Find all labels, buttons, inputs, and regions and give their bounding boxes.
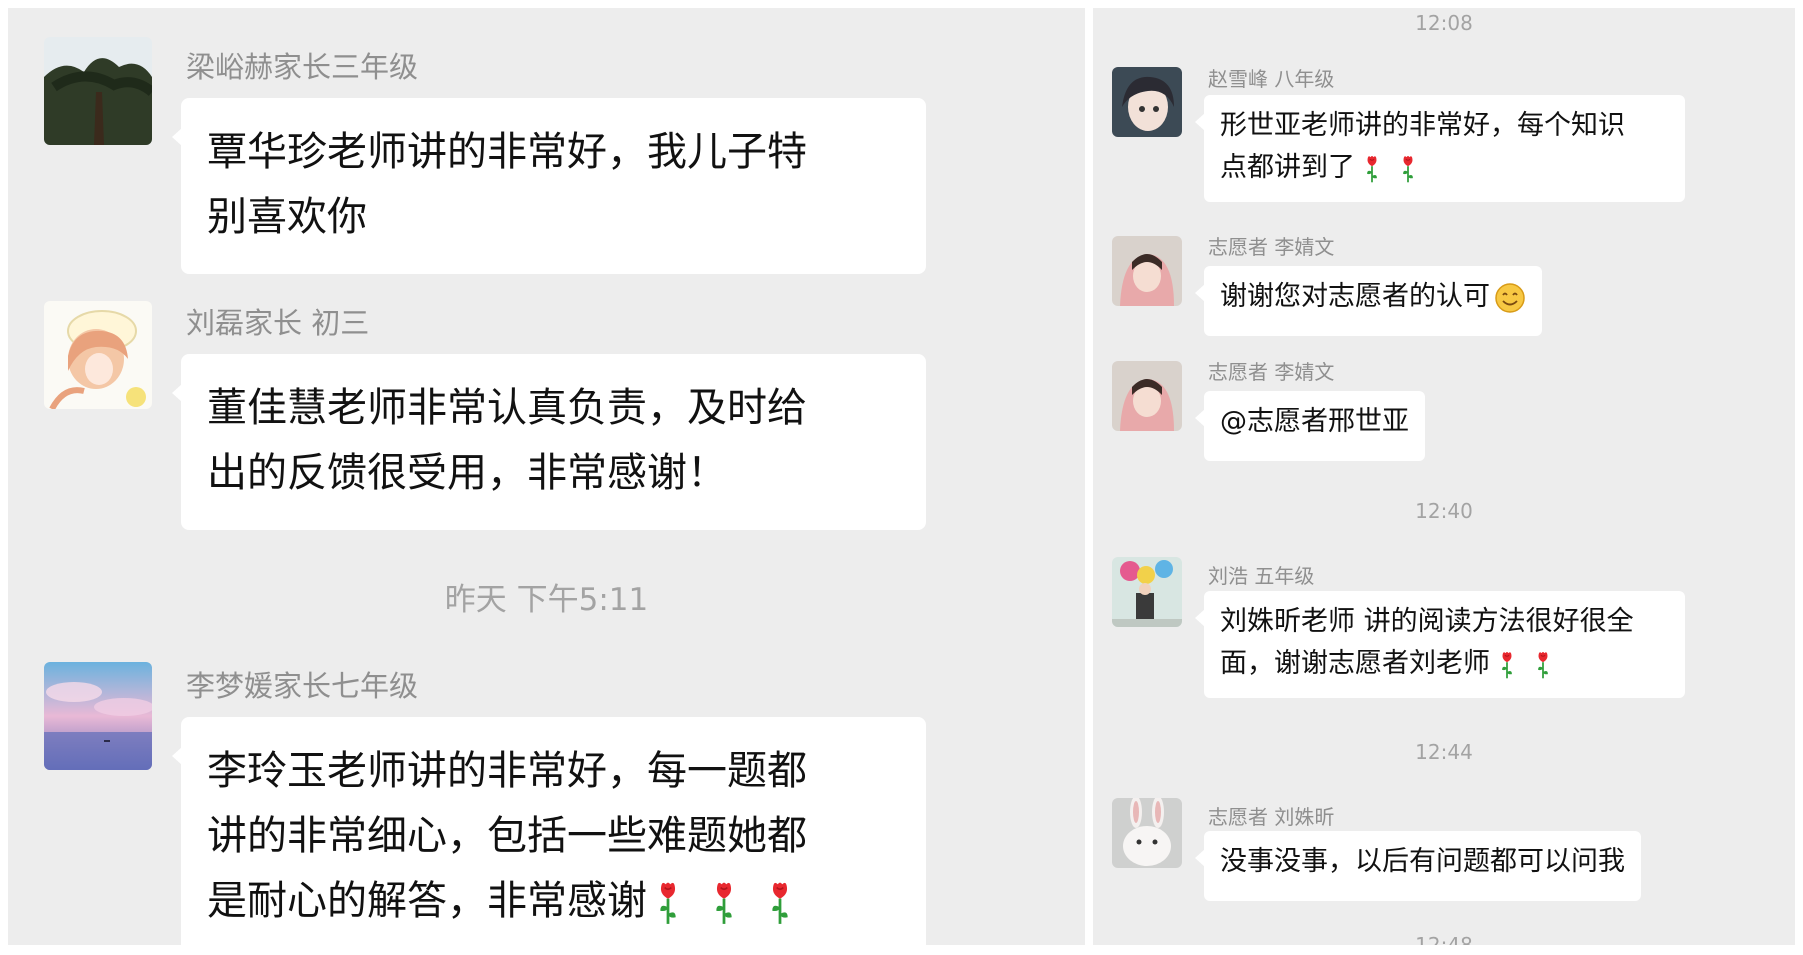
- message-bubble[interactable]: 覃华珍老师讲的非常好，我儿子特 别喜欢你: [172, 98, 926, 274]
- left-chat-panel: 梁峪赫家长三年级 覃华珍老师讲的非常好，我儿子特 别喜欢你 刘磊家长 初三 董佳…: [8, 8, 1085, 945]
- message-bubble[interactable]: 谢谢您对志愿者的认可: [1195, 266, 1542, 336]
- sender-name: 梁峪赫家长三年级: [186, 50, 419, 84]
- rose-icon: [1536, 650, 1550, 680]
- message-text: 刘姝昕老师 讲的阅读方法很好很全 面，谢谢志愿者刘老师: [1220, 601, 1669, 685]
- rose-icon: [769, 880, 791, 926]
- avatar[interactable]: [1112, 361, 1182, 431]
- rose-icon: [657, 880, 679, 926]
- avatar[interactable]: [1112, 67, 1182, 137]
- smiley-emoji-icon: [1495, 282, 1525, 313]
- avatar[interactable]: [1112, 236, 1182, 306]
- avatar[interactable]: [44, 301, 152, 409]
- message-text: 覃华珍老师讲的非常好，我儿子特 别喜欢你: [207, 129, 807, 240]
- message-text-body: 形世亚老师讲的非常好，每个知识 点都讲到了: [1220, 110, 1625, 183]
- avatar[interactable]: [1112, 798, 1182, 868]
- avatar[interactable]: [44, 37, 152, 145]
- message-text: 谢谢您对志愿者的认可: [1220, 276, 1526, 318]
- message-bubble[interactable]: 刘姝昕老师 讲的阅读方法很好很全 面，谢谢志愿者刘老师: [1195, 591, 1685, 698]
- rose-icon: [1365, 154, 1379, 184]
- message-bubble[interactable]: 形世亚老师讲的非常好，每个知识 点都讲到了: [1195, 95, 1685, 202]
- sender-name: 李梦媛家长七年级: [186, 669, 419, 703]
- message-bubble[interactable]: 没事没事，以后有问题都可以问我: [1195, 831, 1641, 901]
- sender-name: 刘浩 五年级: [1208, 564, 1315, 588]
- message-text: 李玲玉老师讲的非常好，每一题都 讲的非常细心，包括一些难题她都 是耐心的解答，非…: [207, 739, 900, 934]
- message-bubble[interactable]: 李玲玉老师讲的非常好，每一题都 讲的非常细心，包括一些难题她都 是耐心的解答，非…: [172, 717, 926, 945]
- timestamp: 12:08: [1415, 11, 1473, 35]
- sender-name: 刘磊家长 初三: [186, 306, 370, 340]
- message-text-body: 刘姝昕老师 讲的阅读方法很好很全 面，谢谢志愿者刘老师: [1220, 606, 1634, 679]
- timestamp: 12:40: [1415, 499, 1473, 523]
- message-text: 形世亚老师讲的非常好，每个知识 点都讲到了: [1220, 105, 1669, 189]
- sender-name: 志愿者 刘姝昕: [1208, 805, 1335, 829]
- sender-name: 志愿者 李婧文: [1208, 360, 1335, 384]
- rose-icon: [713, 880, 735, 926]
- sender-name: 志愿者 李婧文: [1208, 235, 1335, 259]
- rose-icon: [1500, 650, 1514, 680]
- timestamp: 12:44: [1415, 740, 1473, 764]
- message-bubble[interactable]: 董佳慧老师非常认真负责，及时给 出的反馈很受用，非常感谢！: [172, 354, 926, 530]
- right-chat-panel: 12:08 赵雪峰 八年级 形世亚老师讲的非常好，每个知识 点都讲到了 志愿者 …: [1093, 8, 1795, 945]
- avatar[interactable]: [44, 662, 152, 770]
- rose-icon: [1401, 154, 1415, 184]
- timestamp: 昨天 下午5:11: [444, 582, 649, 618]
- timestamp: 12:48: [1415, 933, 1473, 945]
- message-text: 董佳慧老师非常认真负责，及时给 出的反馈很受用，非常感谢！: [207, 385, 807, 496]
- message-bubble[interactable]: @志愿者邢世亚: [1195, 391, 1425, 461]
- sender-name: 赵雪峰 八年级: [1208, 67, 1335, 91]
- message-text: 没事没事，以后有问题都可以问我: [1220, 846, 1625, 877]
- message-text: @志愿者邢世亚: [1220, 406, 1409, 437]
- avatar[interactable]: [1112, 557, 1182, 627]
- message-text-body: 谢谢您对志愿者的认可: [1220, 281, 1490, 312]
